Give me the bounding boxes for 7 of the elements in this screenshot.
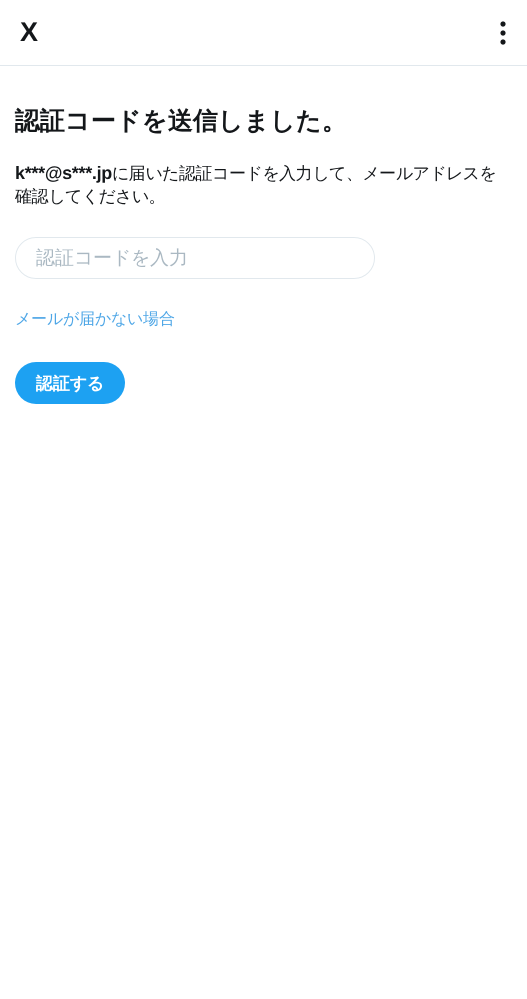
page-title: 認証コードを送信しました。 [15,105,347,137]
logo-text: X [20,17,38,48]
help-link[interactable]: メールが届かない場合 [15,309,175,330]
verify-button[interactable]: 認証する [15,362,125,404]
instruction-text: k***@s***.jpに届いた認証コードを入力して、メールアドレスを確認してください。 [15,162,498,209]
code-input-field[interactable]: 認証コードを入力 [15,237,375,279]
more-icon [499,20,507,44]
